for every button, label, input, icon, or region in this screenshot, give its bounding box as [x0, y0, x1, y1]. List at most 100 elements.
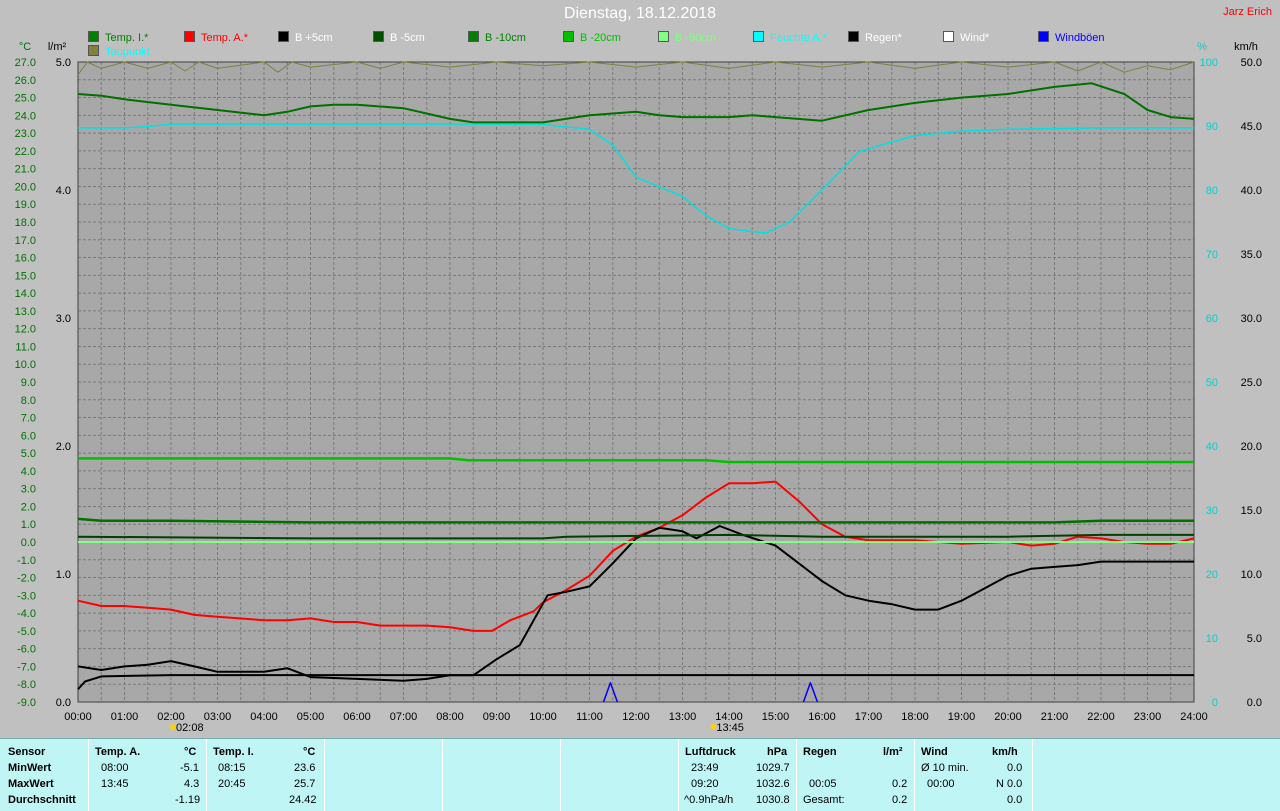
temp-tick-label: 14.0 [15, 288, 36, 300]
wind-max-val: N 0.0 [996, 778, 1023, 790]
x-tick-label: 17:00 [855, 711, 883, 723]
pressure-min-time: 23:49 [691, 762, 719, 774]
rain-tick-label: 1.0 [56, 569, 71, 581]
rain-tick-label: 2.0 [56, 441, 71, 453]
wind-unit-label: km/h [1234, 41, 1258, 53]
wind-tick-label: 30.0 [1241, 313, 1262, 325]
temp-tick-label: 15.0 [15, 270, 36, 282]
temp-tick-label: -3.0 [17, 590, 36, 602]
x-tick-label: 01:00 [111, 711, 139, 723]
temp-tick-label: 10.0 [15, 359, 36, 371]
temp-tick-label: 8.0 [21, 395, 36, 407]
rain-unit-label: l/m² [48, 41, 67, 53]
temp-tick-label: 26.0 [15, 75, 36, 87]
temp-i-min-time: 08:15 [218, 762, 246, 774]
wind-tick-label: 10.0 [1241, 569, 1262, 581]
x-tick-label: 05:00 [297, 711, 325, 723]
temp-tick-label: 27.0 [15, 57, 36, 69]
wind-min-val: 0.0 [1007, 762, 1023, 774]
temp-tick-label: 9.0 [21, 377, 36, 389]
temp-tick-label: -6.0 [17, 644, 36, 656]
rain-tick-label: 0.0 [56, 697, 71, 709]
humidity-tick-label: 10 [1206, 633, 1218, 645]
temp-tick-label: 5.0 [21, 448, 36, 460]
x-tick-label: 07:00 [390, 711, 418, 723]
temp-a-max-val: 4.3 [184, 778, 200, 790]
humidity-tick-label: 20 [1206, 569, 1218, 581]
temp-tick-label: 18.0 [15, 217, 36, 229]
wind-tick-label: 50.0 [1241, 57, 1262, 69]
temp-tick-label: -4.0 [17, 608, 36, 620]
temp-tick-label: 21.0 [15, 164, 36, 176]
wind-tick-label: 45.0 [1241, 121, 1262, 133]
temp-tick-label: 6.0 [21, 430, 36, 442]
temp-a-unit: °C [184, 746, 197, 758]
x-tick-label: 12:00 [622, 711, 650, 723]
temp-tick-label: 20.0 [15, 181, 36, 193]
humidity-tick-label: 90 [1206, 121, 1218, 133]
wind-tick-label: 5.0 [1247, 633, 1262, 645]
x-tick-label: 20:00 [994, 711, 1022, 723]
temp-i-unit: °C [303, 746, 316, 758]
pressure-max-val: 1032.6 [756, 778, 790, 790]
rain-tick-label: 4.0 [56, 185, 71, 197]
temp-tick-label: -9.0 [17, 697, 36, 709]
temp-a-header: Temp. A. [95, 746, 141, 758]
x-tick-label: 19:00 [948, 711, 976, 723]
marker-label: 13:45 [716, 722, 744, 734]
wind-tick-label: 15.0 [1241, 505, 1262, 517]
temp-i-max-time: 20:45 [218, 778, 246, 790]
temp-tick-label: 3.0 [21, 484, 36, 496]
humidity-tick-label: 80 [1206, 185, 1218, 197]
rain-unit: l/m² [883, 746, 903, 758]
wind-tick-label: 25.0 [1241, 377, 1262, 389]
temp-tick-label: 2.0 [21, 501, 36, 513]
temp-i-min-val: 23.6 [294, 762, 316, 774]
temp-tick-label: -7.0 [17, 661, 36, 673]
temp-tick-label: -8.0 [17, 679, 36, 691]
rain-tick-label: 5.0 [56, 57, 71, 69]
x-tick-label: 04:00 [250, 711, 278, 723]
row-max-label: MaxWert [8, 778, 54, 790]
chart: 27.0 26.0 25.0 24.0 23.0 22.0 21.0 20.0 19.0 18.0… [15, 41, 1262, 734]
temp-i-header: Temp. I. [213, 746, 254, 758]
humidity-tick-label: 50 [1206, 377, 1218, 389]
temp-unit-label: °C [19, 41, 31, 53]
x-tick-label: 21:00 [1041, 711, 1069, 723]
wind-header: Wind [921, 746, 948, 758]
temp-tick-label: 7.0 [21, 413, 36, 425]
pressure-max-time: 09:20 [691, 778, 719, 790]
x-tick-label: 08:00 [436, 711, 464, 723]
temp-tick-label: 22.0 [15, 146, 36, 158]
pressure-trend: ^0.9hPa/h [684, 794, 734, 806]
wind-unit: km/h [992, 746, 1018, 758]
x-tick-label: 09:00 [483, 711, 511, 723]
temp-tick-label: 0.0 [21, 537, 36, 549]
row-avg-label: Durchschnitt [8, 794, 76, 806]
temp-a-min-val: -5.1 [180, 762, 199, 774]
humidity-tick-label: 60 [1206, 313, 1218, 325]
humidity-tick-label: 100 [1200, 57, 1218, 69]
x-tick-label: 06:00 [343, 711, 371, 723]
temp-tick-label: 23.0 [15, 128, 36, 140]
temp-tick-label: -1.0 [17, 555, 36, 567]
wind-tick-label: 0.0 [1247, 697, 1262, 709]
rain-header: Regen [803, 746, 837, 758]
x-tick-label: 18:00 [901, 711, 929, 723]
x-tick-label: 16:00 [808, 711, 836, 723]
humidity-tick-label: 30 [1206, 505, 1218, 517]
x-tick-label: 13:00 [669, 711, 697, 723]
rain-tick-label: 3.0 [56, 313, 71, 325]
x-tick-label: 22:00 [1087, 711, 1115, 723]
wind-tick-label: 35.0 [1241, 249, 1262, 261]
temp-a-max-time: 13:45 [101, 778, 129, 790]
humidity-tick-label: 0 [1212, 697, 1218, 709]
temp-tick-label: 11.0 [15, 341, 36, 353]
x-tick-label: 00:00 [64, 711, 92, 723]
temp-tick-label: 16.0 [15, 253, 36, 265]
rain-total-label: Gesamt: [803, 794, 845, 806]
temp-a-avg: -1.19 [175, 794, 201, 806]
pressure-header: Luftdruck [685, 746, 736, 758]
x-tick-label: 15:00 [762, 711, 790, 723]
x-tick-label: 11:00 [576, 711, 603, 723]
